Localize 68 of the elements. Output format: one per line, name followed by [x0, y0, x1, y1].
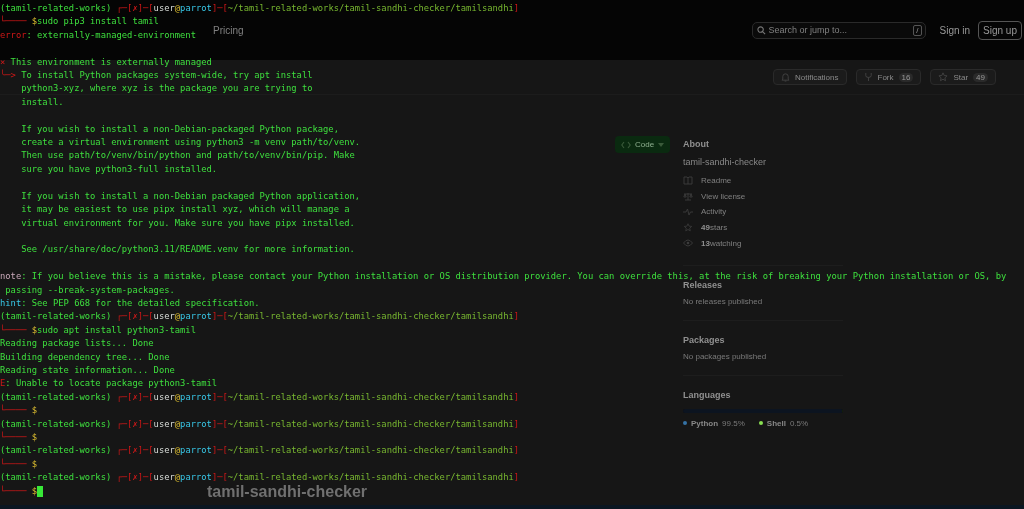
fork-icon — [863, 72, 873, 82]
about-link[interactable]: View license — [683, 188, 1013, 205]
search-icon — [756, 25, 766, 35]
book-icon — [683, 176, 693, 186]
eye-icon — [683, 239, 693, 248]
section-heading: Languages — [683, 389, 732, 400]
terminal-line: └──── $ — [0, 404, 38, 418]
terminal-line: (tamil-related-works) ┌─[✗]─[user@parrot]─[~/tamil-related-works/tamil-sandhi-checker/tamilsandhi] — [0, 417, 520, 431]
terminal-line: └──── $ — [0, 484, 38, 498]
terminal-line: └──── $ — [0, 457, 38, 471]
about-link[interactable]: 13watching — [683, 235, 1013, 251]
terminal-line: python3-xyz, where xyz is the package you are trying to — [20, 82, 313, 96]
star-button[interactable]: Star 49 — [930, 69, 996, 85]
code-button[interactable]: Code — [615, 136, 671, 153]
pulse-icon — [683, 207, 693, 217]
caret-icon — [658, 142, 665, 147]
fork-button[interactable]: Fork 16 — [855, 69, 922, 85]
shortcut-key: / — [913, 24, 922, 36]
terminal-line: (tamil-related-works) ┌─[✗]─[user@parrot]─[~/tamil-related-works/tamil-sandhi-checker/tamilsandhi] — [0, 310, 520, 324]
terminal-line: Building dependency tree... Done — [0, 350, 170, 364]
language-share: 99.5% — [722, 418, 745, 428]
terminal-line: hint: See PEP 668 for the detailed specification. — [0, 296, 260, 310]
language-share: 0.5% — [789, 418, 809, 428]
star-icon — [683, 223, 693, 233]
section-note: No releases published — [683, 296, 764, 306]
terminal-line: create a virtual environment using python3 -m venv path/to/venv. — [20, 136, 361, 150]
terminal-line: └──── $ — [0, 431, 38, 444]
terminal-line: If you wish to install a non-Debian packaged Python application, — [20, 189, 361, 203]
code-icon — [621, 140, 631, 149]
section-heading: Packages — [683, 334, 726, 345]
terminal-line: └──── $sudo pip3 install tamil — [0, 15, 159, 29]
terminal-line: Then use path/to/venv/bin/python and path/to/venv/bin/pip. Make — [20, 149, 355, 163]
terminal-line: (tamil-related-works) ┌─[✗]─[user@parrot]─[~/tamil-related-works/tamil-sandhi-checker/tamilsandhi] — [0, 2, 520, 15]
about-link[interactable]: 49stars — [683, 219, 1013, 236]
language-name: Python — [691, 418, 719, 428]
terminal-line: (tamil-related-works) ┌─[✗]─[user@parrot]─[~/tamil-related-works/tamil-sandhi-checker/tamilsandhi] — [0, 390, 520, 404]
terminal-line: passing --break-system-packages. — [4, 283, 175, 297]
terminal-line: Reading state information... Done — [0, 363, 175, 377]
terminal-line: sure you have python3-full installed. — [20, 162, 218, 176]
terminal-line: × This environment is externally managed — [0, 55, 212, 69]
language-name: Shell — [766, 418, 786, 428]
terminal-line: E: Unable to locate package python3-tamil — [0, 377, 218, 391]
sign-up-button[interactable]: Sign up — [978, 20, 1022, 40]
scale-icon — [683, 191, 693, 201]
terminal-line: note: If you believe this is a mistake, please contact your Python installation or OS distribution provider. You can override this, at the risk of breaking your Python installation or OS, by — [0, 270, 1007, 282]
terminal-line: Reading package lists... Done — [0, 337, 154, 351]
repo-description: tamil-sandhi-checker — [683, 157, 768, 167]
terminal-line: (tamil-related-works) ┌─[✗]─[user@parrot]─[~/tamil-related-works/tamil-sandhi-checker/tamilsandhi] — [0, 444, 520, 458]
terminal-line: it may be easiest to use pipx install xyz, which will manage a — [20, 203, 350, 217]
terminal-line: virtual environment for you. Make sure you have pipx installed. — [20, 216, 355, 230]
repo-title: tamil-sandhi-checker — [207, 483, 368, 501]
bell-icon — [780, 72, 790, 82]
terminal-line: See /usr/share/doc/python3.11/README.venv for more information. — [20, 243, 355, 257]
terminal-line: If you wish to install a non-Debian-packaged Python package, — [20, 122, 339, 136]
sign-in-link[interactable]: Sign in — [939, 24, 971, 36]
nav-link[interactable]: Pricing — [213, 24, 244, 36]
terminal-line: error: externally-managed-environment — [0, 28, 196, 42]
terminal-line: └──── $sudo apt install python3-tamil — [0, 323, 196, 337]
terminal-line: install. — [20, 95, 64, 109]
section-note: No packages published — [683, 351, 768, 361]
terminal-line: (tamil-related-works) ┌─[✗]─[user@parrot]─[~/tamil-related-works/tamil-sandhi-checker/tamilsandhi] — [0, 471, 520, 485]
section-heading: About — [683, 139, 710, 149]
section-heading: Releases — [683, 279, 724, 290]
terminal-line: ╰─> To install Python packages system-wide, try apt install — [0, 69, 313, 83]
star-icon — [938, 72, 949, 82]
notifications-button[interactable]: Notifications — [772, 69, 847, 85]
about-link[interactable]: Activity — [683, 204, 1013, 220]
about-link[interactable]: Readme — [683, 173, 1013, 189]
